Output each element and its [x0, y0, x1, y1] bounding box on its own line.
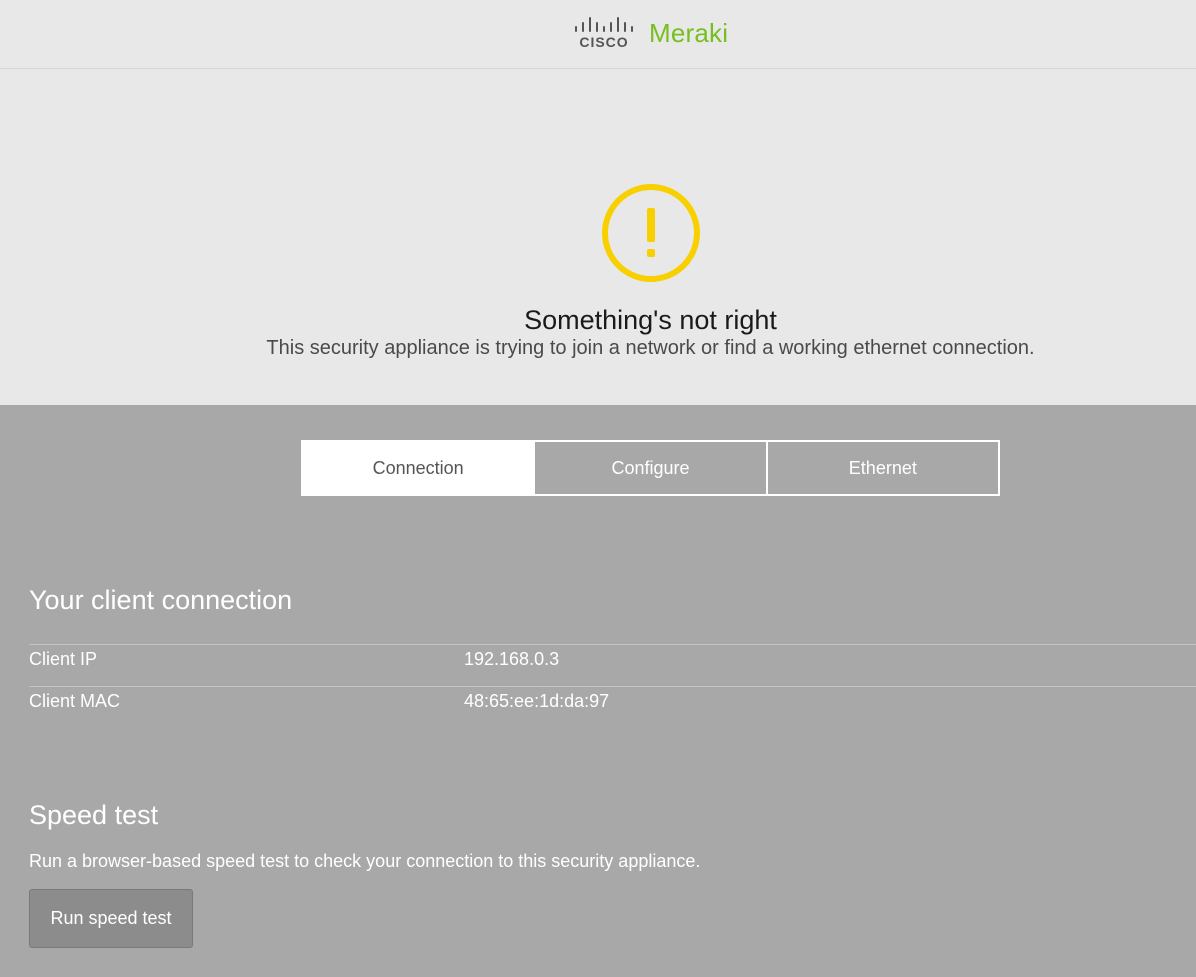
tab-configure[interactable]: Configure: [533, 442, 765, 494]
tab-connection[interactable]: Connection: [303, 442, 534, 494]
header: CISCO Meraki: [0, 0, 1196, 69]
error-subtitle: This security appliance is trying to joi…: [266, 337, 1035, 359]
warning-icon: [602, 184, 700, 282]
speed-test-description: Run a browser-based speed test to check …: [29, 851, 701, 871]
client-ip-value: 192.168.0.3: [464, 649, 560, 669]
error-title: Something's not right: [524, 305, 777, 335]
run-speed-test-button[interactable]: Run speed test: [29, 889, 193, 948]
speed-test-heading: Speed test: [29, 800, 159, 830]
cisco-meraki-logo: CISCO Meraki: [573, 13, 728, 53]
client-mac-label: Client MAC: [29, 691, 121, 711]
tab-bar: Connection Configure Ethernet: [301, 440, 1000, 496]
client-connection-heading: Your client connection: [29, 585, 293, 615]
cisco-logo-icon: CISCO: [575, 17, 633, 50]
cisco-wordmark: CISCO: [579, 34, 628, 50]
client-ip-row: Client IP 192.168.0.3: [29, 644, 1196, 686]
client-ip-label: Client IP: [29, 649, 98, 669]
client-mac-value: 48:65:ee:1d:da:97: [464, 691, 610, 711]
brand-name: Meraki: [649, 17, 729, 48]
status-hero: Something's not right This security appl…: [0, 69, 1196, 405]
tab-ethernet[interactable]: Ethernet: [765, 442, 998, 494]
client-mac-row: Client MAC 48:65:ee:1d:da:97: [29, 686, 1196, 728]
